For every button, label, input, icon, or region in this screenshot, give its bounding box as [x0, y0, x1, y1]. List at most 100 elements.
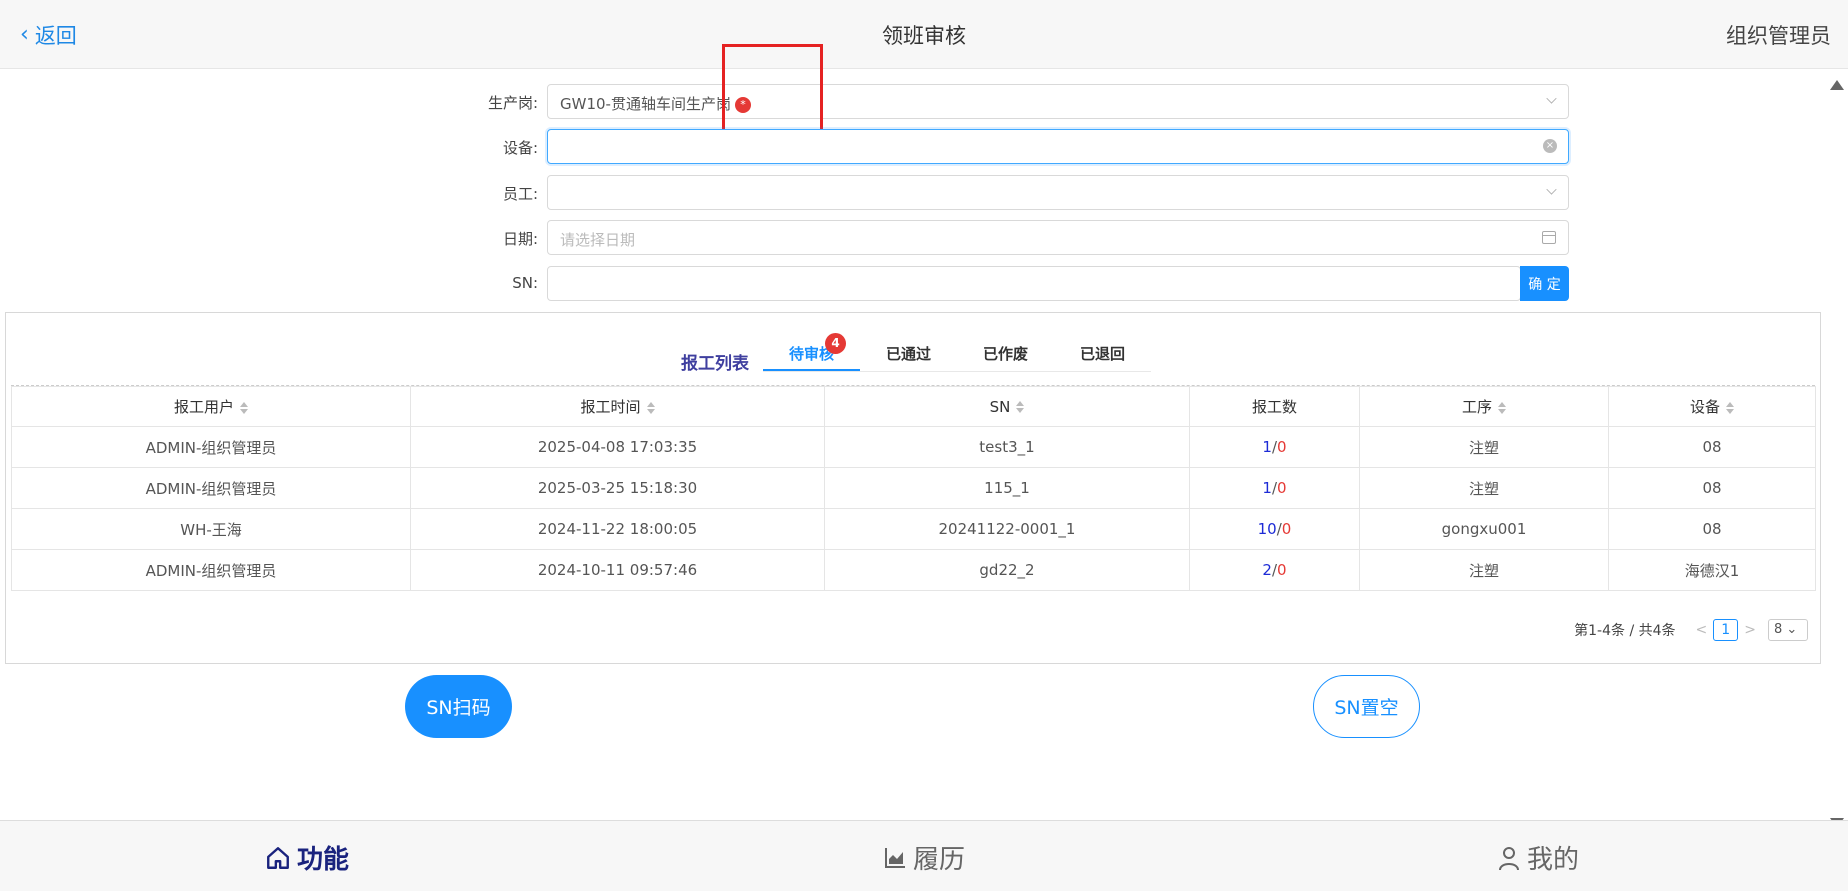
cell-count: 1/0: [1189, 467, 1360, 509]
count-ok: 1: [1262, 479, 1272, 497]
column-header-device[interactable]: 设备: [1608, 386, 1816, 427]
page-size-select[interactable]: 8 ⌄: [1768, 619, 1808, 641]
page-number[interactable]: 1: [1713, 619, 1739, 641]
cell-user: ADMIN-组织管理员: [11, 426, 411, 468]
table-row[interactable]: ADMIN-组织管理员 2024-10-11 09:57:46 gd22_2 2…: [11, 549, 1816, 591]
clear-icon[interactable]: ×: [1543, 139, 1557, 153]
main-content: 生产岗: GW10-贯通轴车间生产岗 * 设备: × 员工: 日期: 请选择日期 …: [0, 44, 1848, 828]
column-label: SN: [989, 397, 1011, 416]
user-icon: [1499, 846, 1519, 870]
cell-process: 注塑: [1359, 549, 1609, 591]
cell-device: 08: [1608, 426, 1816, 468]
nav-label: 履历: [913, 845, 966, 875]
cell-process: 注塑: [1359, 426, 1609, 468]
cell-process: gongxu001: [1359, 508, 1609, 550]
list-title: 报工列表: [681, 354, 749, 374]
top-bar: ‹ 返回 领班审核 组织管理员: [0, 0, 1848, 69]
nav-item-history[interactable]: 履历: [883, 839, 965, 876]
tab-pending[interactable]: 待审核 4: [763, 333, 860, 371]
sort-icon[interactable]: [1726, 401, 1734, 415]
count-bad: 0: [1277, 561, 1287, 579]
form-row-post: 生产岗: GW10-贯通轴车间生产岗 *: [0, 84, 1848, 119]
cell-time: 2025-03-25 15:18:30: [410, 467, 825, 509]
table-row[interactable]: ADMIN-组织管理员 2025-03-25 15:18:30 115_1 1/…: [11, 467, 1816, 509]
staff-select[interactable]: [547, 175, 1569, 210]
chart-icon: [885, 847, 905, 868]
next-page-icon[interactable]: >: [1744, 622, 1756, 638]
date-picker[interactable]: 请选择日期: [547, 220, 1569, 255]
pagination-total: 第1-4条 / 共4条: [1574, 623, 1676, 639]
tab-returned[interactable]: 已退回: [1054, 335, 1151, 371]
post-select[interactable]: GW10-贯通轴车间生产岗 *: [547, 84, 1569, 119]
cell-device: 海德汉1: [1608, 549, 1816, 591]
cell-device: 08: [1608, 508, 1816, 550]
cell-process: 注塑: [1359, 467, 1609, 509]
prev-page-icon[interactable]: <: [1696, 622, 1708, 638]
nav-item-function[interactable]: 功能: [265, 839, 349, 876]
column-label: 报工数: [1251, 398, 1297, 416]
tab-label: 已退回: [1079, 345, 1125, 363]
device-label: 设备:: [502, 139, 538, 157]
nav-label: 功能: [297, 845, 350, 875]
column-header-user[interactable]: 报工用户: [11, 386, 411, 427]
cell-sn: 115_1: [824, 467, 1190, 509]
date-label: 日期:: [502, 230, 538, 248]
cell-user: ADMIN-组织管理员: [11, 549, 411, 591]
count-ok: 2: [1262, 561, 1272, 579]
page-size-value: 8: [1774, 622, 1783, 637]
cell-user: ADMIN-组织管理员: [11, 467, 411, 509]
form-row-sn: SN: 确 定: [0, 266, 1848, 301]
pagination: 第1-4条 / 共4条 < 1 > 8 ⌄: [1574, 619, 1808, 641]
cell-time: 2024-11-22 18:00:05: [410, 508, 825, 550]
nav-item-mine[interactable]: 我的: [1497, 839, 1579, 876]
sort-icon[interactable]: [1498, 401, 1506, 415]
column-header-time[interactable]: 报工时间: [410, 386, 825, 427]
date-placeholder: 请选择日期: [560, 231, 636, 249]
column-header-count: 报工数: [1189, 386, 1360, 427]
count-ok: 1: [1262, 438, 1272, 456]
column-header-process[interactable]: 工序: [1359, 386, 1609, 427]
form-row-device: 设备: ×: [0, 129, 1848, 164]
cell-time: 2025-04-08 17:03:35: [410, 426, 825, 468]
form-row-date: 日期: 请选择日期: [0, 220, 1848, 255]
count-bad: 0: [1277, 479, 1287, 497]
nav-label: 我的: [1527, 845, 1580, 875]
cell-count: 10/0: [1189, 508, 1360, 550]
report-list-panel: 报工列表 待审核 4 已通过 已作废 已退回 报工用户 报工时间 SN 报工数 …: [5, 312, 1821, 664]
sort-icon[interactable]: [1016, 400, 1025, 414]
tab-voided[interactable]: 已作废: [957, 335, 1054, 371]
column-header-sn[interactable]: SN: [824, 386, 1190, 427]
count-bad: 0: [1281, 520, 1292, 538]
confirm-button[interactable]: 确 定: [1520, 266, 1569, 301]
table-row[interactable]: ADMIN-组织管理员 2025-04-08 17:03:35 test3_1 …: [11, 426, 1816, 468]
cell-device: 08: [1608, 467, 1816, 509]
cell-count: 2/0: [1189, 549, 1360, 591]
home-icon: [267, 846, 289, 869]
tab-label: 已通过: [885, 345, 931, 363]
post-label: 生产岗:: [487, 94, 538, 112]
page-title: 领班审核: [882, 24, 966, 48]
device-select[interactable]: ×: [547, 129, 1569, 164]
sn-scan-button[interactable]: SN扫码: [405, 675, 512, 738]
count-ok: 10: [1257, 520, 1277, 538]
sort-icon[interactable]: [240, 401, 248, 415]
count-badge: 4: [825, 333, 846, 354]
sort-icon[interactable]: [646, 401, 655, 415]
user-role[interactable]: 组织管理员: [1726, 20, 1831, 50]
table-row[interactable]: WH-王海 2024-11-22 18:00:05 20241122-0001_…: [11, 508, 1816, 550]
table-header-row: 报工用户 报工时间 SN 报工数 工序 设备: [11, 386, 1816, 427]
sn-input[interactable]: [547, 266, 1521, 301]
calendar-icon: [1542, 231, 1556, 244]
column-label: 报工用户: [173, 398, 234, 416]
post-value: GW10-贯通轴车间生产岗: [560, 95, 731, 113]
cell-user: WH-王海: [11, 508, 411, 550]
sn-label: SN:: [512, 274, 538, 292]
column-label: 设备: [1689, 398, 1720, 416]
sn-clear-button[interactable]: SN置空: [1313, 675, 1420, 738]
status-tabs: 待审核 4 已通过 已作废 已退回: [763, 333, 1151, 372]
bottom-nav: 功能 履历 我的: [0, 820, 1848, 891]
tab-approved[interactable]: 已通过: [860, 335, 957, 371]
cell-time: 2024-10-11 09:57:46: [410, 549, 825, 591]
count-bad: 0: [1277, 438, 1287, 456]
cell-sn: gd22_2: [824, 549, 1190, 591]
